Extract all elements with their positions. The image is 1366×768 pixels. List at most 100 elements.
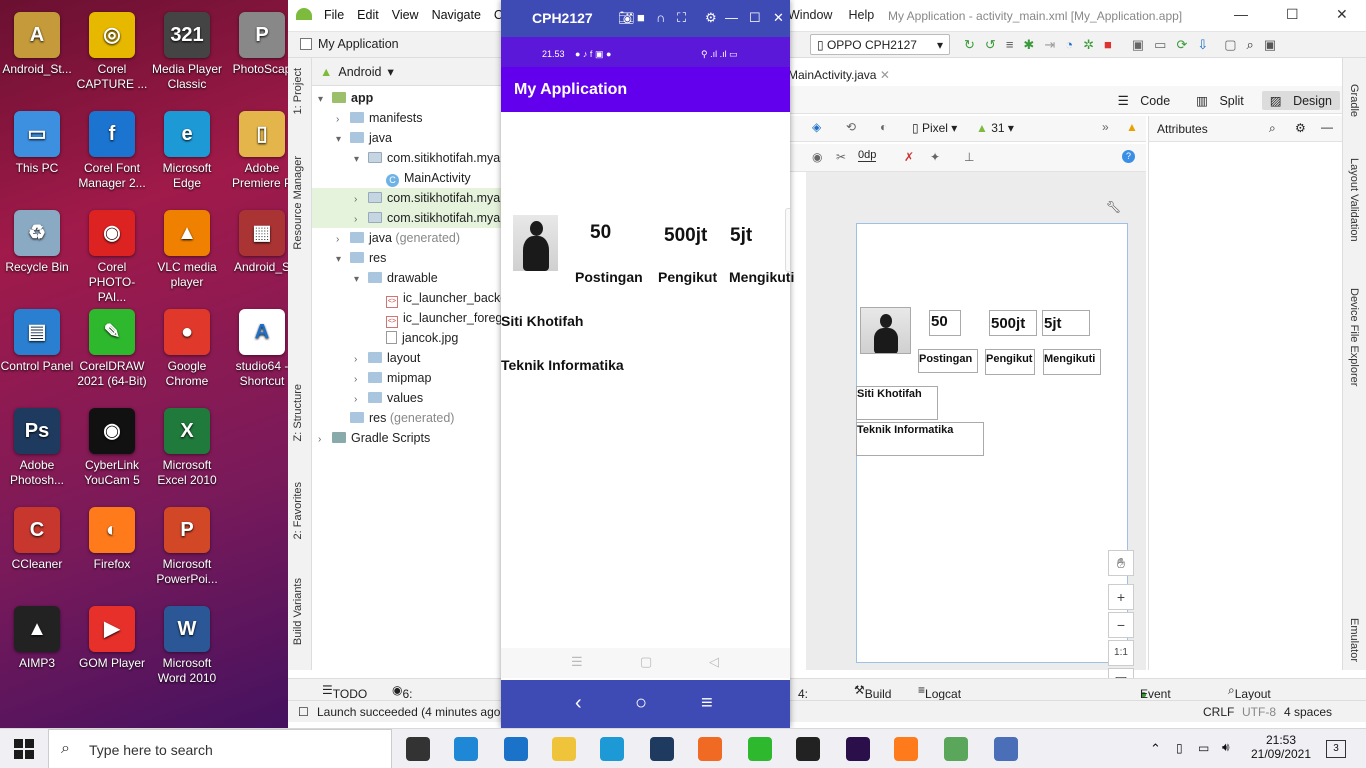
- tab-problems[interactable]: ◉ 6: Problems: [392, 683, 453, 715]
- tree-item[interactable]: › layout: [312, 348, 502, 368]
- attach-icon[interactable]: ⇥: [1044, 37, 1055, 53]
- chevron-down-icon[interactable]: ▾: [336, 130, 350, 148]
- gear-icon[interactable]: ⚙: [1295, 121, 1306, 135]
- desktop-icon[interactable]: ▶ GOM Player: [75, 606, 149, 671]
- back-icon[interactable]: ◁: [709, 654, 719, 670]
- desktop-icon[interactable]: ▭ This PC: [0, 111, 74, 176]
- camera-icon[interactable]: 📷︎: [618, 10, 635, 26]
- firefox-icon[interactable]: [894, 737, 918, 761]
- tree-item[interactable]: ▾ res: [312, 248, 502, 268]
- chevron-up-icon[interactable]: ⌃: [1150, 741, 1161, 757]
- desktop-icon[interactable]: 321 Media Player Classic: [150, 12, 224, 92]
- search-icon[interactable]: ⌕: [1269, 121, 1276, 136]
- battery-icon[interactable]: ▭: [1198, 741, 1209, 755]
- menu-icon[interactable]: ☰: [571, 654, 583, 670]
- vscode-icon[interactable]: [454, 737, 478, 761]
- post-label[interactable]: Postingan: [918, 349, 978, 373]
- tree-item[interactable]: ▾ drawable: [312, 268, 502, 288]
- device-select[interactable]: ▯ OPPO CPH2127 ▾: [810, 34, 950, 55]
- network-icon[interactable]: ▯: [1176, 741, 1183, 755]
- tab-build-variants[interactable]: Build Variants: [292, 578, 304, 645]
- chevron-right-icon[interactable]: ›: [336, 230, 350, 248]
- desktop-icon[interactable]: ◉ CyberLink YouCam 5: [75, 408, 149, 488]
- zoom-actual-icon[interactable]: 1:1: [1108, 640, 1134, 666]
- terminal-icon[interactable]: [796, 737, 820, 761]
- desktop-icon[interactable]: Ps Adobe Photosh...: [0, 408, 74, 488]
- maximize-icon[interactable]: ☐: [1286, 6, 1299, 23]
- notification-center-icon[interactable]: 3: [1326, 740, 1346, 758]
- windows-start-icon[interactable]: [14, 739, 34, 759]
- project-view-select[interactable]: ▲ Android ▾: [312, 58, 502, 86]
- menu-navigate[interactable]: Navigate: [432, 8, 481, 22]
- night-mode-icon[interactable]: ◐: [880, 120, 887, 134]
- gear-icon[interactable]: ⚙: [705, 10, 717, 26]
- search-icon[interactable]: ⌕: [1247, 37, 1254, 53]
- chevron-right-icon[interactable]: ›: [354, 190, 368, 208]
- tab-logcat[interactable]: ≡ Logcat: [918, 683, 961, 701]
- tab-layout-inspector[interactable]: ⌕ Layout Inspector: [1228, 683, 1284, 715]
- home-icon[interactable]: ○: [635, 692, 647, 715]
- search-box[interactable]: ⌕ Type here to search: [48, 729, 392, 768]
- tree-item[interactable]: › manifests: [312, 108, 502, 128]
- desktop-icon[interactable]: X Microsoft Excel 2010: [150, 408, 224, 488]
- tree-item[interactable]: › com.sitikhotifah.myapplication: [312, 188, 502, 208]
- menu-icon[interactable]: ≡: [701, 692, 713, 715]
- breadcrumb[interactable]: My Application: [300, 37, 399, 51]
- tree-item[interactable]: jancok.jpg: [312, 328, 502, 348]
- menu-file[interactable]: File: [324, 8, 344, 22]
- warning-icon[interactable]: ▲: [1126, 120, 1138, 134]
- maximize-icon[interactable]: ☐: [749, 10, 761, 26]
- wrench-icon[interactable]: 🔧︎: [1106, 200, 1121, 214]
- tab-layout-validation[interactable]: Layout Validation: [1348, 158, 1360, 242]
- mail-icon[interactable]: [504, 737, 528, 761]
- zoom-out-icon[interactable]: −: [1108, 612, 1134, 638]
- headphone-icon[interactable]: ∩: [656, 10, 665, 25]
- device-picker[interactable]: ▯ Pixel ▾: [912, 121, 957, 135]
- layers-icon[interactable]: ◈: [812, 120, 821, 134]
- tab-gradle[interactable]: Gradle: [1348, 84, 1360, 117]
- sdk-manager-icon[interactable]: ⇩: [1197, 37, 1208, 53]
- volume-icon[interactable]: 🔊︎: [1222, 740, 1230, 755]
- desktop-icon[interactable]: f Corel Font Manager 2...: [75, 111, 149, 191]
- indent-setting[interactable]: 4 spaces: [1284, 705, 1332, 719]
- account-icon[interactable]: ▣: [1264, 37, 1276, 53]
- tab-resource-manager[interactable]: Resource Manager: [292, 156, 304, 250]
- help-icon[interactable]: ?: [1122, 150, 1135, 163]
- follower-count[interactable]: 500jt: [989, 310, 1037, 336]
- home-icon[interactable]: ▢: [640, 654, 652, 670]
- desktop-icon[interactable]: ◉ Corel PHOTO-PAI...: [75, 210, 149, 305]
- autoconnect-icon[interactable]: ✂: [836, 150, 846, 164]
- guidelines-icon[interactable]: ⊥: [964, 150, 974, 164]
- premiere-icon[interactable]: [846, 737, 870, 761]
- scrcpy-icon[interactable]: [994, 737, 1018, 761]
- desktop-icon[interactable]: ◎ Corel CAPTURE ...: [75, 12, 149, 92]
- menu-edit[interactable]: Edit: [357, 8, 379, 22]
- api-picker[interactable]: ▲ 31 ▾: [976, 121, 1014, 135]
- tree-item[interactable]: ▾ com.sitikhotifah.myapplication: [312, 148, 502, 168]
- tab-device-file-explorer[interactable]: Device File Explorer: [1348, 288, 1360, 386]
- project-structure-icon[interactable]: ▣: [1132, 37, 1144, 53]
- tree-item[interactable]: › mipmap: [312, 368, 502, 388]
- coreldraw-icon[interactable]: [748, 737, 772, 761]
- close-tab-icon[interactable]: ✕: [880, 68, 890, 82]
- desktop-icon[interactable]: ♻ Recycle Bin: [0, 210, 74, 275]
- sync-icon[interactable]: ⟳: [1176, 37, 1187, 53]
- tab-emulator[interactable]: Emulator: [1348, 618, 1360, 662]
- tree-item[interactable]: › com.sitikhotifah.myapplication: [312, 208, 502, 228]
- chevron-down-icon[interactable]: ▾: [354, 150, 368, 168]
- desktop-icon[interactable]: ● Google Chrome: [150, 309, 224, 389]
- follower-label[interactable]: Pengikut: [985, 349, 1035, 375]
- following-label[interactable]: Mengikuti: [1043, 349, 1101, 375]
- desktop-icon[interactable]: P Microsoft PowerPoi...: [150, 507, 224, 587]
- chevron-right-icon[interactable]: ›: [354, 390, 368, 408]
- profile-image[interactable]: [513, 215, 558, 271]
- chevron-right-icon[interactable]: ›: [354, 350, 368, 368]
- assistant-icon[interactable]: ▢: [1224, 37, 1236, 53]
- menu-window[interactable]: Window: [788, 8, 832, 22]
- tab-structure[interactable]: Z: Structure: [292, 384, 304, 441]
- more-icon[interactable]: »: [1102, 120, 1109, 134]
- chevron-down-icon[interactable]: ▾: [336, 250, 350, 268]
- post-count[interactable]: 50: [929, 310, 961, 336]
- tab-favorites[interactable]: 2: Favorites: [292, 482, 304, 539]
- apply-changes-icon[interactable]: ↺: [985, 37, 996, 53]
